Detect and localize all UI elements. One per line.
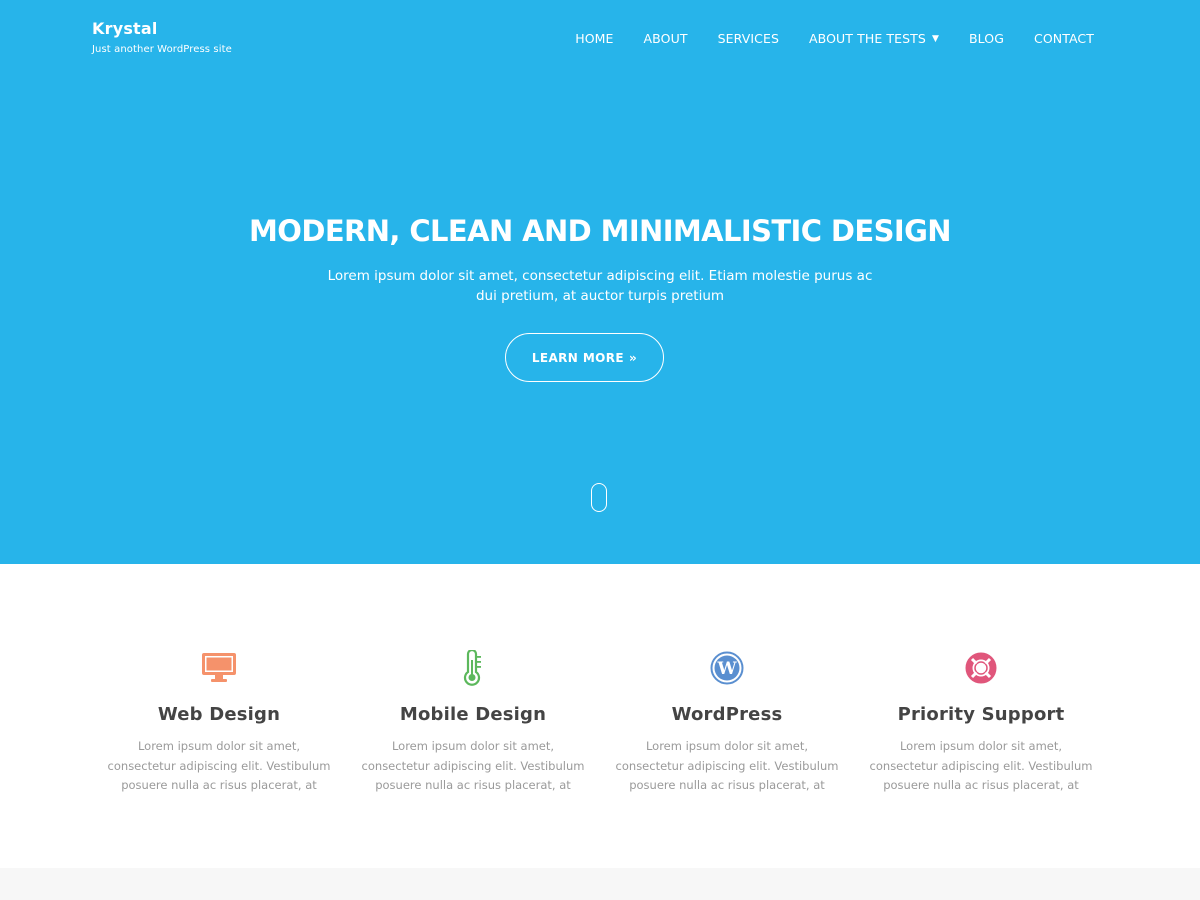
feature-priority-support: Priority Support Lorem ipsum dolor sit a… bbox=[861, 650, 1101, 796]
feature-title: Web Design bbox=[157, 704, 281, 725]
svg-text:W: W bbox=[716, 659, 737, 679]
nav-item-services[interactable]: SERVICES bbox=[718, 31, 779, 46]
nav-label: CONTACT bbox=[1034, 31, 1094, 46]
feature-text: Lorem ipsum dolor sit amet, consectetur … bbox=[107, 739, 331, 792]
feature-text: Lorem ipsum dolor sit amet, consectetur … bbox=[615, 739, 839, 792]
nav-label: BLOG bbox=[968, 31, 1005, 46]
nav-item-about-the-tests[interactable]: ABOUT THE TESTS ▼ bbox=[809, 31, 939, 46]
nav-item-contact[interactable]: CONTACT bbox=[1034, 31, 1094, 46]
learn-more-button[interactable]: LEARN MORE » bbox=[505, 333, 664, 382]
nav-label: HOME bbox=[575, 31, 614, 46]
hero-subtitle: Lorem ipsum dolor sit amet, consectetur … bbox=[327, 268, 873, 304]
life-ring-icon bbox=[861, 650, 1101, 686]
scroll-down-indicator[interactable] bbox=[591, 483, 607, 512]
feature-mobile-design: Mobile Design Lorem ipsum dolor sit amet… bbox=[353, 650, 593, 796]
caret-down-icon: ▼ bbox=[931, 33, 939, 44]
nav-label: SERVICES bbox=[717, 31, 779, 46]
nav-item-about[interactable]: ABOUT bbox=[644, 31, 688, 46]
feature-wordpress: W WordPress Lorem ipsum dolor sit amet, … bbox=[607, 650, 847, 796]
nav-item-blog[interactable]: BLOG bbox=[969, 31, 1004, 46]
features-section: Web Design Lorem ipsum dolor sit amet, c… bbox=[0, 564, 1200, 868]
hero-title: MODERN, CLEAN AND MINIMALISTIC DESIGN bbox=[249, 214, 952, 248]
nav-label: ABOUT THE TESTS bbox=[809, 31, 926, 46]
feature-title: Mobile Design bbox=[399, 704, 547, 725]
monitor-icon bbox=[99, 650, 339, 686]
site-tagline: Just another WordPress site bbox=[92, 44, 232, 55]
site-branding: Krystal Just another WordPress site bbox=[92, 19, 232, 55]
feature-text: Lorem ipsum dolor sit amet, consectetur … bbox=[361, 739, 585, 792]
hero-content: MODERN, CLEAN AND MINIMALISTIC DESIGN Lo… bbox=[0, 214, 1200, 306]
feature-web-design: Web Design Lorem ipsum dolor sit amet, c… bbox=[99, 650, 339, 796]
thermometer-icon bbox=[353, 650, 593, 686]
nav-label: ABOUT bbox=[643, 31, 688, 46]
main-navigation: HOME ABOUT SERVICES ABOUT THE TESTS ▼ BLO… bbox=[545, 31, 1094, 46]
feature-title: WordPress bbox=[671, 704, 783, 725]
double-chevron-right-icon: » bbox=[629, 350, 638, 365]
nav-item-home[interactable]: HOME bbox=[575, 31, 613, 46]
site-title[interactable]: Krystal bbox=[92, 19, 232, 38]
learn-more-label: LEARN MORE bbox=[531, 350, 624, 365]
next-section-strip bbox=[0, 868, 1200, 900]
hero-section: Krystal Just another WordPress site HOME… bbox=[0, 0, 1200, 564]
wordpress-icon: W bbox=[607, 650, 847, 686]
feature-title: Priority Support bbox=[897, 704, 1065, 725]
feature-text: Lorem ipsum dolor sit amet, consectetur … bbox=[869, 739, 1093, 792]
